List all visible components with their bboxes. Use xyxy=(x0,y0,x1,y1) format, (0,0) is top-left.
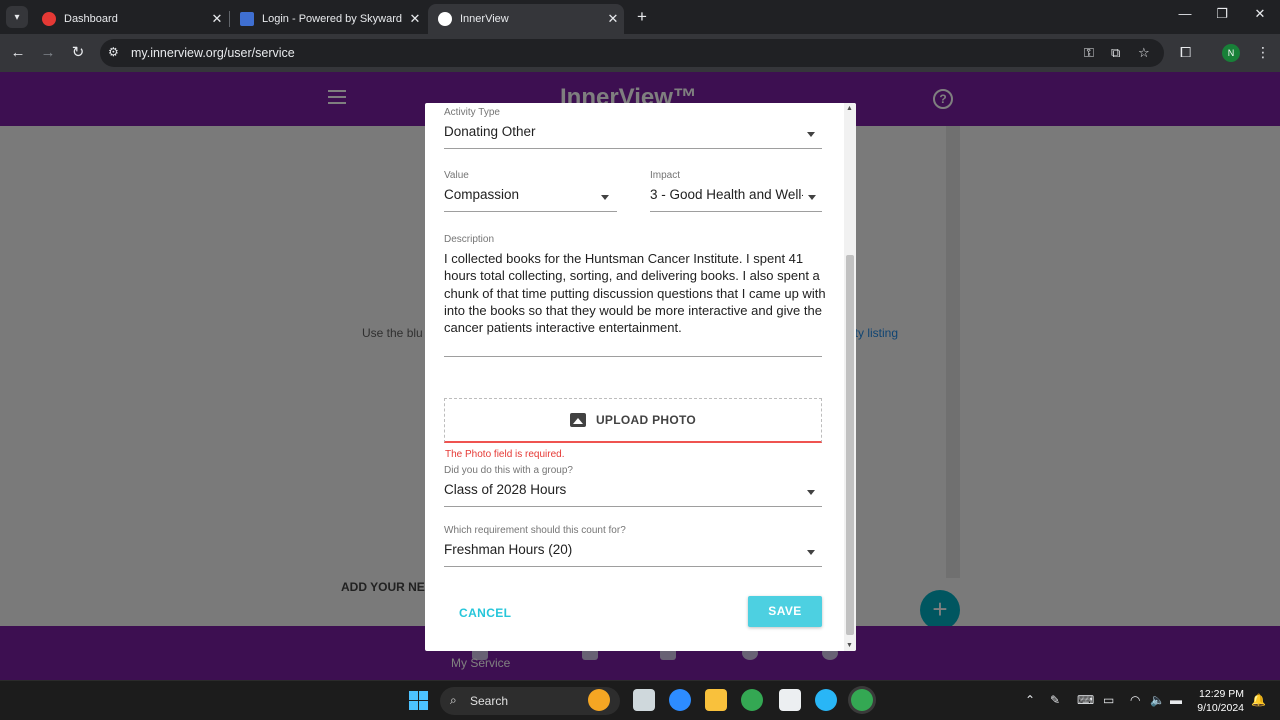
volume-muted-icon[interactable]: 🔈 xyxy=(1150,693,1165,707)
clock-date: 9/10/2024 xyxy=(1197,702,1244,714)
install-app-icon[interactable]: ⧉ xyxy=(1111,45,1120,61)
requirement-label: Which requirement should this count for? xyxy=(444,525,626,536)
snipping-tool-icon[interactable] xyxy=(779,689,801,711)
requirement-select[interactable]: Which requirement should this count for?… xyxy=(444,525,822,567)
requirement-value: Freshman Hours (20) xyxy=(444,542,573,557)
chevron-down-icon xyxy=(601,195,609,200)
group-select[interactable]: Did you do this with a group? Class of 2… xyxy=(444,465,822,507)
description-label: Description xyxy=(444,234,495,245)
extensions-icon[interactable]: ⧠ xyxy=(1180,44,1191,61)
file-explorer-icon[interactable] xyxy=(705,689,727,711)
notifications-bell-icon[interactable]: 🔔 xyxy=(1251,693,1266,707)
web-page: InnerView™ ? Use the blu ity listing ADD… xyxy=(0,72,1280,680)
address-bar[interactable]: ⚙ my.innerview.org/user/service ⚿ ⧉ ☆ xyxy=(100,39,1164,67)
description-textarea[interactable]: Description I collected books for the Hu… xyxy=(444,234,826,358)
field-underline xyxy=(444,506,822,507)
forward-arrow-icon[interactable]: → xyxy=(37,42,59,64)
tab-innerview[interactable]: InnerView ✕ xyxy=(428,4,624,34)
tab-skyward-login[interactable]: Login - Powered by Skyward ✕ xyxy=(230,4,426,34)
field-underline xyxy=(444,211,617,212)
browser-menu-icon[interactable]: ⋮ xyxy=(1256,44,1270,61)
restore-icon[interactable]: ❐ xyxy=(1210,6,1234,22)
impact-select[interactable]: Impact 3 - Good Health and Well-Being xyxy=(650,170,822,212)
bookmark-star-icon[interactable]: ☆ xyxy=(1138,45,1150,61)
screen: ▾ Dashboard ✕ Login - Powered by Skyward… xyxy=(0,0,1280,720)
dialog-scrollbar[interactable]: ▲ ▼ xyxy=(844,103,856,651)
innerview-favicon-icon xyxy=(438,12,452,26)
cancel-button[interactable]: CANCEL xyxy=(459,606,511,620)
system-clock[interactable]: 12:29 PM 9/10/2024 xyxy=(1196,687,1244,715)
show-hidden-icons-icon[interactable]: ⌃ xyxy=(1025,693,1035,707)
add-service-dialog: Activity Type Donating Other Value Compa… xyxy=(425,103,856,651)
wifi-icon[interactable]: ◠ xyxy=(1130,693,1140,707)
description-value: I collected books for the Huntsman Cance… xyxy=(444,251,826,336)
tab-title: Dashboard xyxy=(64,13,118,25)
display-icon[interactable]: ▭ xyxy=(1103,693,1114,707)
browser-tab-strip: ▾ Dashboard ✕ Login - Powered by Skyward… xyxy=(0,0,1280,34)
scroll-up-icon[interactable]: ▲ xyxy=(846,105,853,112)
value-label: Value xyxy=(444,170,469,181)
profile-avatar[interactable]: N xyxy=(1222,44,1240,62)
upload-photo-label: UPLOAD PHOTO xyxy=(595,413,697,427)
activity-type-value: Donating Other xyxy=(444,124,536,139)
tab-title: Login - Powered by Skyward xyxy=(262,13,403,25)
activity-type-label: Activity Type xyxy=(444,107,500,118)
chevron-down-icon xyxy=(808,195,816,200)
widget-tea-icon[interactable] xyxy=(588,689,610,711)
help-app-icon[interactable] xyxy=(815,689,837,711)
close-icon[interactable]: ✕ xyxy=(206,11,228,27)
dashboard-favicon-icon xyxy=(42,12,56,26)
chevron-down-icon xyxy=(807,550,815,555)
taskbar-search-label: Search xyxy=(470,694,509,708)
scroll-thumb[interactable] xyxy=(846,255,854,635)
field-underline xyxy=(444,356,822,357)
skyward-favicon-icon xyxy=(240,12,254,26)
browser-toolbar: ← → ↻ ⚙ my.innerview.org/user/service ⚿ … xyxy=(0,34,1280,72)
image-icon xyxy=(569,413,586,427)
password-key-icon[interactable]: ⚿ xyxy=(1084,45,1094,61)
tab-search-icon[interactable]: ▾ xyxy=(6,6,28,28)
field-underline xyxy=(444,566,822,567)
scroll-down-icon[interactable]: ▼ xyxy=(846,642,853,649)
reload-icon[interactable]: ↻ xyxy=(67,42,89,64)
photo-error-message: The Photo field is required. xyxy=(445,449,565,460)
tab-title: InnerView xyxy=(460,13,509,25)
window-close-icon[interactable]: ✕ xyxy=(1248,6,1272,22)
back-arrow-icon[interactable]: ← xyxy=(7,42,29,64)
zoom-app-icon[interactable] xyxy=(669,689,691,711)
windows-start-icon[interactable] xyxy=(409,691,428,710)
close-icon[interactable]: ✕ xyxy=(602,11,624,27)
value-select[interactable]: Value Compassion xyxy=(444,170,617,212)
keyboard-icon[interactable]: ⌨ xyxy=(1077,693,1094,707)
save-button[interactable]: SAVE xyxy=(748,596,822,627)
close-icon[interactable]: ✕ xyxy=(404,11,426,27)
group-value: Class of 2028 Hours xyxy=(444,482,567,497)
field-underline xyxy=(444,148,822,149)
activity-type-select[interactable]: Activity Type Donating Other xyxy=(444,107,822,149)
chevron-down-icon xyxy=(807,132,815,137)
pen-menu-icon[interactable]: ✎ xyxy=(1050,693,1060,707)
impact-label: Impact xyxy=(650,170,681,181)
new-tab-icon[interactable]: + xyxy=(632,7,652,27)
chevron-down-icon xyxy=(807,490,815,495)
site-info-icon[interactable]: ⚙ xyxy=(108,45,119,59)
task-view-icon[interactable] xyxy=(633,689,655,711)
battery-icon[interactable]: ▬ xyxy=(1170,693,1182,707)
minimize-icon[interactable]: — xyxy=(1173,6,1197,21)
upload-photo-button[interactable]: UPLOAD PHOTO xyxy=(444,398,822,443)
url-text: my.innerview.org/user/service xyxy=(131,46,295,60)
chrome-active-app-icon[interactable] xyxy=(851,689,873,711)
impact-value: 3 - Good Health and Well-Being xyxy=(650,187,803,202)
field-underline xyxy=(650,211,822,212)
chrome-app-icon[interactable] xyxy=(741,689,763,711)
tab-dashboard[interactable]: Dashboard ✕ xyxy=(32,4,228,34)
value-value: Compassion xyxy=(444,187,520,202)
group-label: Did you do this with a group? xyxy=(444,465,573,476)
windows-taskbar: ⌕ Search ⌃ ✎ ⌨ ▭ ◠ 🔈 ▬ 12:29 PM 9/10/202… xyxy=(0,680,1280,720)
clock-time: 12:29 PM xyxy=(1199,688,1244,700)
search-icon: ⌕ xyxy=(450,693,457,707)
